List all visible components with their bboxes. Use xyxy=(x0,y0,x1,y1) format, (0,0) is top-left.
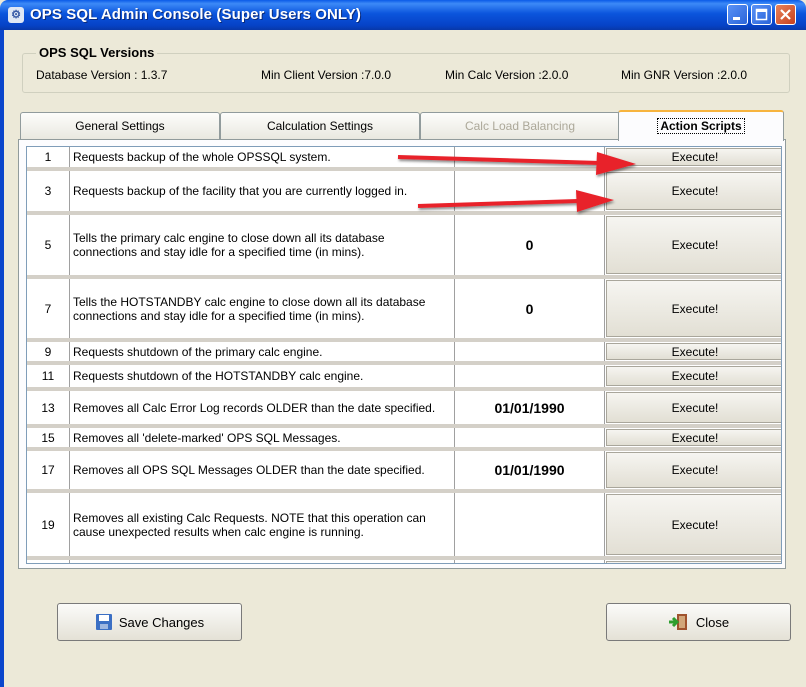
script-row: 1 Requests backup of the whole OPSSQL sys… xyxy=(27,147,781,171)
script-description: Requests backup of the whole OPSSQL syst… xyxy=(70,147,455,167)
close-button[interactable]: Close xyxy=(606,603,791,641)
script-parameter[interactable] xyxy=(455,365,605,387)
script-action-cell: Execute! xyxy=(605,365,781,387)
script-number xyxy=(27,560,70,563)
minimize-button[interactable] xyxy=(727,4,748,25)
script-parameter[interactable] xyxy=(455,428,605,447)
minimize-icon xyxy=(733,17,740,20)
window-border xyxy=(0,30,4,687)
script-description: Removes all OPS SQL Messages OLDER than … xyxy=(70,451,455,489)
script-parameter[interactable] xyxy=(455,493,605,556)
script-number: 19 xyxy=(27,493,70,556)
execute-button[interactable]: Execute! xyxy=(606,429,781,446)
exit-door-icon xyxy=(668,614,687,630)
script-number: 3 xyxy=(27,171,70,211)
script-parameter[interactable] xyxy=(455,560,605,563)
execute-button[interactable]: Execute! xyxy=(606,172,781,210)
script-row: 3 Requests backup of the facility that yo… xyxy=(27,171,781,215)
save-disk-icon xyxy=(95,614,112,630)
script-row: 11 Requests shutdown of the HOTSTANDBY ca… xyxy=(27,365,781,391)
script-action-cell: Execute! xyxy=(605,215,781,275)
execute-button[interactable]: Execute! xyxy=(606,216,781,274)
script-row: 5 Tells the primary calc engine to close … xyxy=(27,215,781,279)
script-number: 9 xyxy=(27,342,70,361)
script-action-cell xyxy=(605,560,781,563)
tab-action-scripts[interactable]: Action Scripts xyxy=(618,110,784,141)
script-row: 7 Tells the HOTSTANDBY calc engine to clo… xyxy=(27,279,781,342)
app-gears-icon: ⚙ xyxy=(8,7,24,23)
script-action-cell: Execute! xyxy=(605,342,781,361)
maximize-button[interactable] xyxy=(751,4,772,25)
min-calc-version-label: Min Calc Version :2.0.0 xyxy=(445,68,569,82)
title-bar[interactable]: ⚙ OPS SQL Admin Console (Super Users ONL… xyxy=(0,0,806,30)
maximize-icon xyxy=(755,8,768,21)
action-scripts-grid: 1 Requests backup of the whole OPSSQL sys… xyxy=(26,146,782,564)
script-description: Removes all existing Calc Requests. NOTE… xyxy=(70,493,455,556)
script-parameter[interactable]: 0 xyxy=(455,279,605,338)
script-action-cell: Execute! xyxy=(605,428,781,447)
script-description: Removes all Audit Trail records OLDER th… xyxy=(70,560,455,563)
database-version-label: Database Version : 1.3.7 xyxy=(36,68,168,82)
script-action-cell: Execute! xyxy=(605,147,781,167)
execute-button[interactable] xyxy=(606,561,781,563)
script-description: Requests backup of the facility that you… xyxy=(70,171,455,211)
script-action-cell: Execute! xyxy=(605,451,781,489)
script-description: Removes all 'delete-marked' OPS SQL Mess… xyxy=(70,428,455,447)
save-changes-button[interactable]: Save Changes xyxy=(57,603,242,641)
close-window-button[interactable] xyxy=(775,4,796,25)
script-number: 1 xyxy=(27,147,70,167)
script-parameter[interactable] xyxy=(455,171,605,211)
script-row: 15 Removes all 'delete-marked' OPS SQL Me… xyxy=(27,428,781,451)
tab-general-settings[interactable]: General Settings xyxy=(20,112,220,139)
tab-calc-load-balancing[interactable]: Calc Load Balancing xyxy=(420,112,620,139)
execute-button[interactable]: Execute! xyxy=(606,280,781,337)
script-parameter[interactable] xyxy=(455,342,605,361)
script-action-cell: Execute! xyxy=(605,391,781,424)
script-description: Requests shutdown of the primary calc en… xyxy=(70,342,455,361)
script-parameter[interactable]: 01/01/1990 xyxy=(455,391,605,424)
script-parameter[interactable]: 01/01/1990 xyxy=(455,451,605,489)
script-row: 13 Removes all Calc Error Log records OLD… xyxy=(27,391,781,428)
script-description: Tells the HOTSTANDBY calc engine to clos… xyxy=(70,279,455,338)
script-number: 17 xyxy=(27,451,70,489)
script-number: 11 xyxy=(27,365,70,387)
script-number: 5 xyxy=(27,215,70,275)
script-row: 17 Removes all OPS SQL Messages OLDER tha… xyxy=(27,451,781,493)
execute-button[interactable]: Execute! xyxy=(606,452,781,488)
script-parameter[interactable]: 0 xyxy=(455,215,605,275)
script-number: 15 xyxy=(27,428,70,447)
tab-calculation-settings[interactable]: Calculation Settings xyxy=(220,112,420,139)
script-action-cell: Execute! xyxy=(605,171,781,211)
min-client-version-label: Min Client Version :7.0.0 xyxy=(261,68,392,82)
script-number: 13 xyxy=(27,391,70,424)
script-action-cell: Execute! xyxy=(605,493,781,556)
script-description: Requests shutdown of the HOTSTANDBY calc… xyxy=(70,365,455,387)
script-row: 19 Removes all existing Calc Requests. NO… xyxy=(27,493,781,560)
script-description: Removes all Calc Error Log records OLDER… xyxy=(70,391,455,424)
close-icon xyxy=(780,9,791,20)
script-row: 9 Requests shutdown of the primary calc e… xyxy=(27,342,781,365)
min-gnr-version-label: Min GNR Version :2.0.0 xyxy=(621,68,748,82)
execute-button[interactable]: Execute! xyxy=(606,494,781,555)
execute-button[interactable]: Execute! xyxy=(606,392,781,423)
script-description: Tells the primary calc engine to close d… xyxy=(70,215,455,275)
script-parameter[interactable] xyxy=(455,147,605,167)
save-changes-label: Save Changes xyxy=(118,614,205,630)
execute-button[interactable]: Execute! xyxy=(606,148,781,166)
versions-group-title: OPS SQL Versions xyxy=(36,45,158,60)
close-label: Close xyxy=(695,614,730,630)
tab-action-scripts-label: Action Scripts xyxy=(657,118,745,134)
execute-button[interactable]: Execute! xyxy=(606,366,781,386)
script-action-cell: Execute! xyxy=(605,279,781,338)
execute-button[interactable]: Execute! xyxy=(606,343,781,360)
script-row: Removes all Audit Trail records OLDER th… xyxy=(27,560,781,563)
window-title: OPS SQL Admin Console (Super Users ONLY) xyxy=(30,6,362,23)
script-number: 7 xyxy=(27,279,70,338)
